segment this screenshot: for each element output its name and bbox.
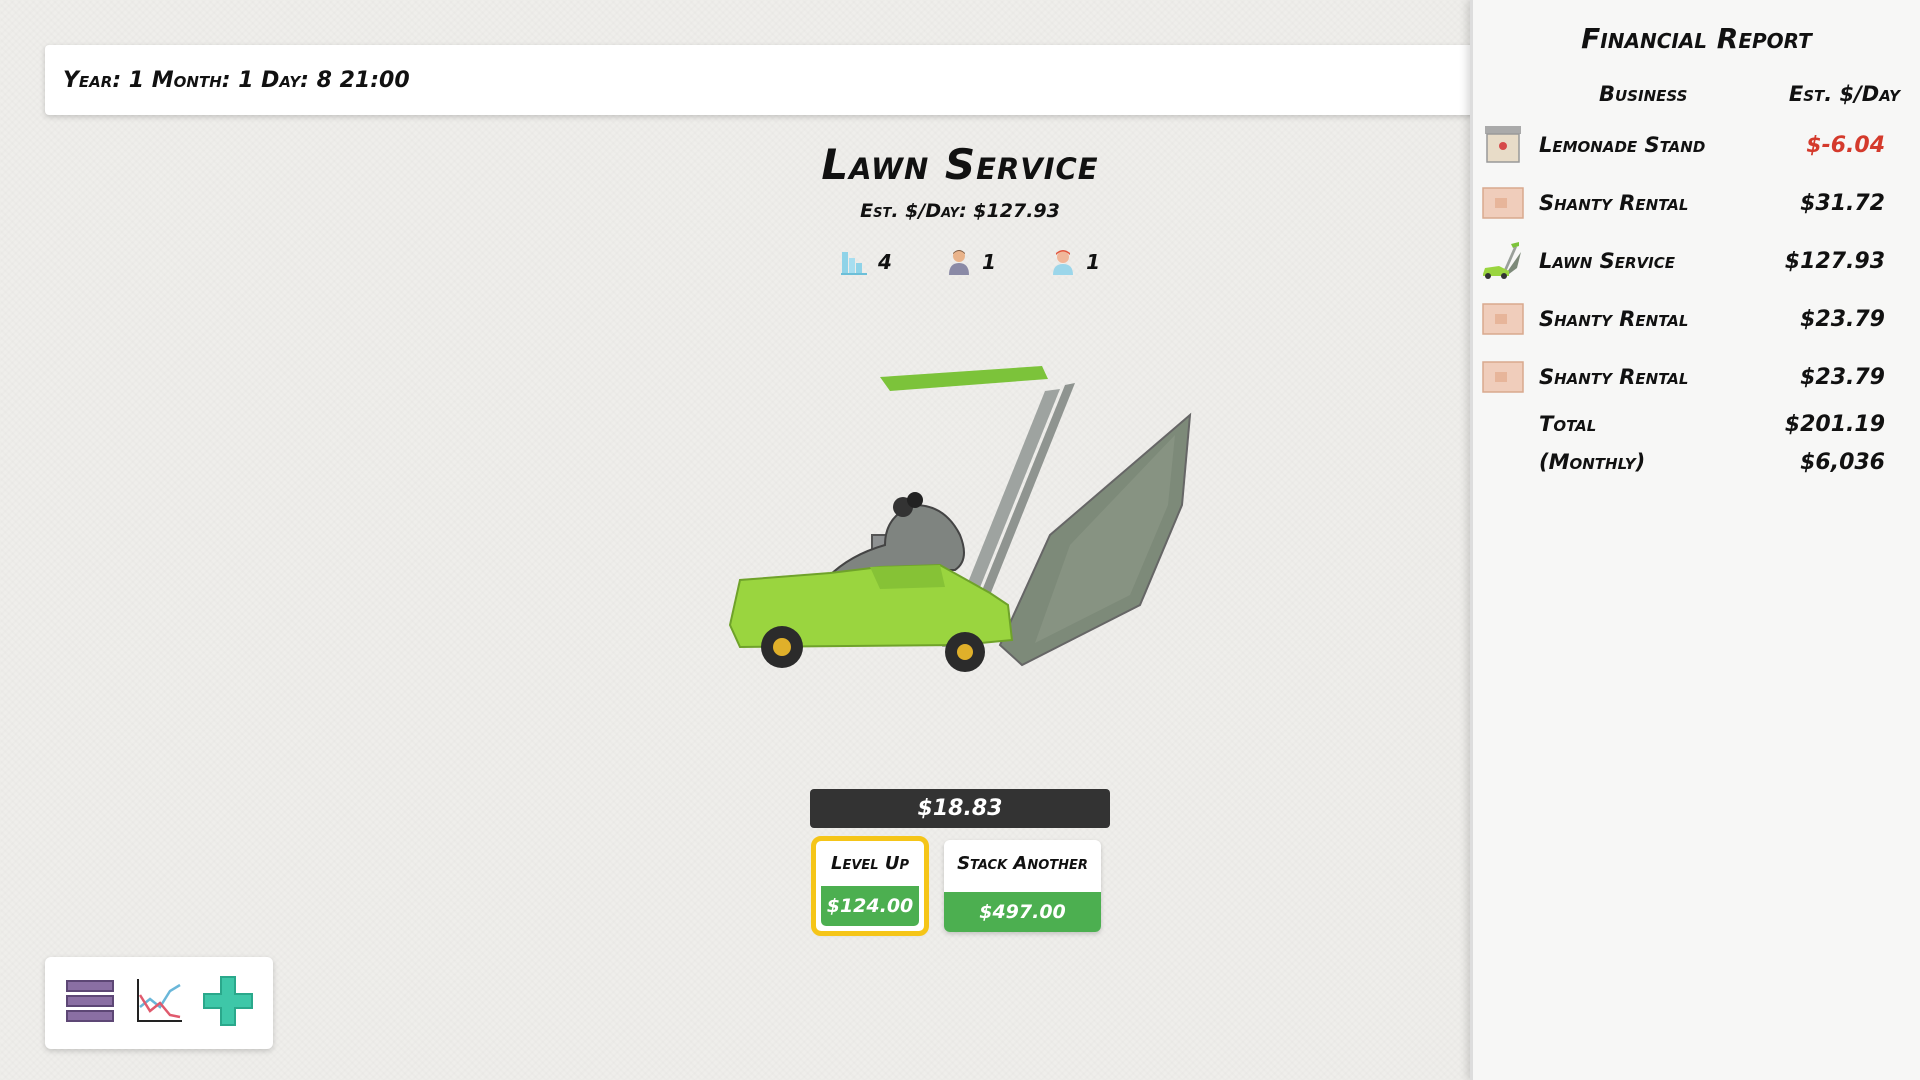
- report-row[interactable]: Lawn Service $127.93: [1473, 236, 1920, 286]
- bottom-toolbar: [45, 957, 273, 1049]
- business-est-per-day: Est. $/Day: $127.93: [860, 200, 1060, 222]
- report-row[interactable]: Shanty Rental $23.79: [1473, 294, 1920, 344]
- stat-workers: 1: [946, 248, 996, 276]
- date-time-bar: Year: 1 Month: 1 Day: 8 21:00: [45, 45, 1475, 115]
- chart-icon: [134, 977, 184, 1029]
- stack-another-button[interactable]: Stack Another $497.00: [944, 840, 1101, 932]
- chart-button[interactable]: [131, 975, 187, 1031]
- lemonade-stand-icon: [1481, 122, 1525, 166]
- report-row-value: $31.72: [1800, 190, 1885, 216]
- balance-value: $18.83: [917, 796, 1003, 821]
- report-row-name: Shanty Rental: [1539, 365, 1689, 389]
- shanty-rental-icon: [1481, 354, 1525, 398]
- stat-managers: 1: [1050, 248, 1100, 276]
- report-row-value: $23.79: [1800, 306, 1885, 332]
- report-total-value: $201.19: [1784, 411, 1885, 437]
- report-title: Financial Report: [1581, 22, 1812, 55]
- report-col-business: Business: [1599, 82, 1688, 106]
- report-col-est: Est. $/Day: [1788, 82, 1900, 106]
- stack-another-price: $497.00: [944, 892, 1101, 932]
- plus-icon: [202, 975, 254, 1031]
- balance-bar: $18.83: [810, 789, 1110, 828]
- stack-another-label: Stack Another: [957, 852, 1088, 874]
- worker-icon: [946, 248, 972, 276]
- stat-managers-value: 1: [1086, 250, 1100, 274]
- add-business-button[interactable]: [200, 975, 256, 1031]
- financial-report-panel: Financial Report Business Est. $/Day Lem…: [1470, 0, 1920, 1080]
- report-row[interactable]: Shanty Rental $23.79: [1473, 352, 1920, 402]
- level-up-button[interactable]: Level Up $124.00: [811, 836, 929, 936]
- menu-button[interactable]: [62, 975, 118, 1031]
- lawn-mower-icon: [1481, 238, 1525, 282]
- business-stats: 4 1 1: [840, 242, 1100, 282]
- business-title: Lawn Service: [821, 140, 1099, 189]
- level-up-price: $124.00: [821, 886, 919, 926]
- report-monthly-row: (Monthly) $6,036: [1473, 440, 1920, 484]
- building-icon: [840, 248, 868, 276]
- stat-buildings-value: 4: [878, 250, 892, 274]
- report-total-label: Total: [1539, 412, 1597, 436]
- date-time-text: Year: 1 Month: 1 Day: 8 21:00: [63, 67, 410, 93]
- manager-icon: [1050, 248, 1076, 276]
- report-row-name: Lemonade Stand: [1539, 133, 1706, 157]
- menu-icon: [65, 977, 115, 1029]
- report-monthly-value: $6,036: [1800, 449, 1885, 475]
- level-up-label: Level Up: [831, 852, 909, 874]
- report-monthly-label: (Monthly): [1539, 450, 1646, 474]
- report-row-name: Shanty Rental: [1539, 191, 1689, 215]
- report-row-value: $127.93: [1784, 248, 1885, 274]
- lawn-mower-illustration: [720, 355, 1200, 695]
- report-row-name: Lawn Service: [1539, 249, 1675, 273]
- stat-workers-value: 1: [982, 250, 996, 274]
- report-row-value: $-6.04: [1806, 132, 1885, 158]
- report-row-name: Shanty Rental: [1539, 307, 1689, 331]
- report-row-value: $23.79: [1800, 364, 1885, 390]
- report-row[interactable]: Lemonade Stand $-6.04: [1473, 120, 1920, 170]
- shanty-rental-icon: [1481, 180, 1525, 224]
- stat-buildings: 4: [840, 248, 892, 276]
- shanty-rental-icon: [1481, 296, 1525, 340]
- report-row[interactable]: Shanty Rental $31.72: [1473, 178, 1920, 228]
